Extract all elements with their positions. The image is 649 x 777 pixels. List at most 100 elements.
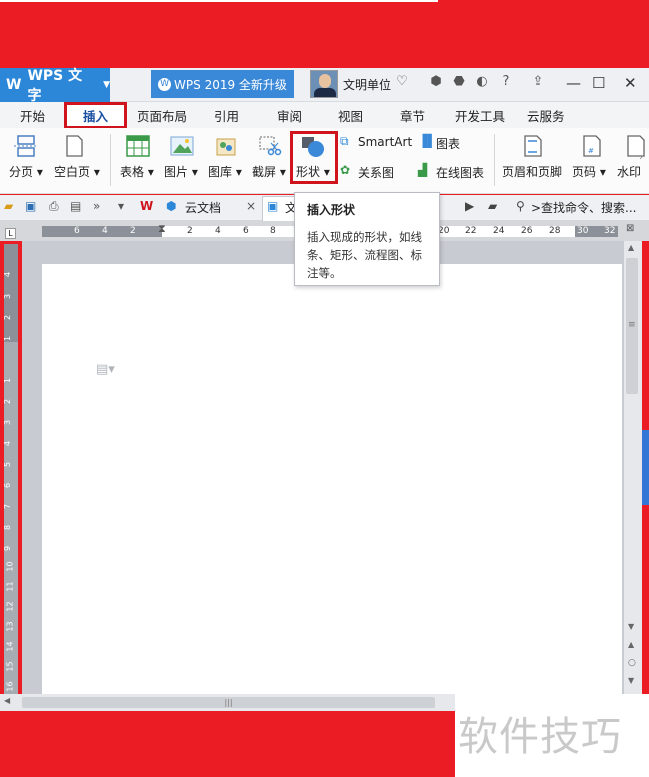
tab-page-layout[interactable]: 页面布局 <box>137 106 187 125</box>
ruler-tick: 9 <box>3 545 13 552</box>
chevron-down-icon[interactable]: ▾ <box>118 199 124 213</box>
hexagon-icon[interactable]: ⬣ <box>451 74 467 90</box>
chart-button[interactable]: 图表 <box>436 135 460 152</box>
page-number-button[interactable]: 页码 ▾ <box>572 163 606 180</box>
scissors-icon[interactable] <box>258 135 282 157</box>
watermark-button[interactable]: 水印 <box>617 163 641 180</box>
maximize-icon[interactable]: ☐ <box>592 74 605 92</box>
page-break-icon[interactable] <box>14 135 38 157</box>
ruler-tick: 32 <box>604 226 616 236</box>
print-icon[interactable]: ▤ <box>70 199 81 213</box>
table-icon[interactable] <box>126 135 150 157</box>
screenshot-label: 截屏 <box>252 165 277 179</box>
wps-icon[interactable]: W <box>140 199 153 213</box>
close-tab-icon[interactable]: × <box>246 199 256 213</box>
tab-review[interactable]: 审阅 <box>277 106 302 125</box>
page-break-button[interactable]: 分页 ▾ <box>9 163 43 180</box>
video-icon[interactable]: ▶ <box>465 199 474 213</box>
svg-text:#: # <box>588 147 594 155</box>
picture-button[interactable]: 图片 ▾ <box>164 163 198 180</box>
smartart-button[interactable]: SmartArt <box>358 135 412 149</box>
screenshot-button[interactable]: 截屏 ▾ <box>252 163 286 180</box>
tab-sections[interactable]: 章节 <box>400 106 425 125</box>
ruler-tick: 26 <box>521 226 533 236</box>
search-icon[interactable]: ⚲ <box>516 199 525 213</box>
online-chart-icon: ▟ <box>418 163 428 177</box>
ruler-tick: 4 <box>3 440 13 447</box>
scroll-up-icon[interactable]: ▲ <box>628 243 634 252</box>
tab-stop-selector[interactable]: L <box>5 228 16 239</box>
ruler-tick: 1 <box>3 377 13 384</box>
ruler-tick: 8 <box>3 524 13 531</box>
watermark-icon[interactable] <box>624 135 648 157</box>
bookmark-icon[interactable]: ▰ <box>488 199 497 213</box>
picture-label: 图片 <box>164 165 189 179</box>
ruler-tick: 7 <box>3 503 13 510</box>
select-browse-icon[interactable]: ○ <box>628 658 636 668</box>
header-footer-button[interactable]: 页眉和页脚 <box>502 163 562 180</box>
blank-page-icon[interactable] <box>62 135 86 157</box>
save-icon[interactable]: ▣ <box>25 199 36 213</box>
previous-page-icon[interactable]: ▲ <box>628 640 634 649</box>
tab-cloud-service[interactable]: 云服务 <box>527 106 565 125</box>
page-number-icon[interactable]: # <box>580 135 604 157</box>
gallery-button[interactable]: 图库 ▾ <box>208 163 242 180</box>
ribbon-scroll-right-icon[interactable]: › <box>639 152 643 163</box>
skin-icon[interactable]: ◐ <box>474 74 490 90</box>
app-title: WPS 文字 <box>27 68 83 104</box>
ruler-tick: 2 <box>3 314 13 321</box>
upgrade-button[interactable]: W WPS 2019 全新升级 <box>151 70 294 98</box>
ruler-tick: 6 <box>243 226 249 236</box>
indent-marker[interactable]: ⧗ <box>158 222 166 236</box>
cloud-doc-icon: ⬢ <box>166 199 177 213</box>
paragraph-handle-icon[interactable]: ▤▾ <box>96 362 115 377</box>
tooltip-body: 插入现成的形状，如线条、矩形、流程图、标注等。 <box>307 230 422 280</box>
ruler-tick: 13 <box>5 621 15 632</box>
picture-icon[interactable] <box>170 135 194 157</box>
share-icon[interactable]: ⇪ <box>530 74 546 90</box>
gallery-icon[interactable] <box>214 135 238 157</box>
header-footer-icon[interactable] <box>521 135 545 157</box>
cloud-doc-tab[interactable]: 云文档 <box>185 199 221 216</box>
blank-page-button[interactable]: 空白页 ▾ <box>54 163 100 180</box>
horizontal-scroll-thumb[interactable]: ||| <box>22 697 435 708</box>
ruler-tick: 1 <box>3 335 13 342</box>
ruler-tick: 24 <box>493 226 505 236</box>
chevron-down-icon: ▼ <box>103 80 110 90</box>
tab-insert[interactable]: 插入 <box>83 106 108 125</box>
online-chart-button[interactable]: 在线图表 <box>436 164 484 181</box>
scroll-down-icon[interactable]: ▼ <box>628 622 634 631</box>
wps-app-menu-button[interactable]: W WPS 文字 ▼ <box>0 68 110 104</box>
command-search-input[interactable]: >查找命令、搜索... <box>531 199 637 216</box>
open-folder-icon[interactable]: ▰ <box>4 199 13 213</box>
relation-button[interactable]: 关系图 <box>358 164 394 181</box>
tooltip-title: 插入形状 <box>307 203 356 217</box>
tab-developer[interactable]: 开发工具 <box>455 106 505 125</box>
user-name[interactable]: 文明单位 <box>343 76 391 93</box>
print-preview-icon[interactable]: ⎙ <box>49 199 59 214</box>
tab-home[interactable]: 开始 <box>20 106 45 125</box>
document-page[interactable] <box>42 264 622 694</box>
ruler-tick: 4 <box>215 226 221 236</box>
table-button[interactable]: 表格 ▾ <box>120 163 154 180</box>
relation-icon: ✿ <box>340 163 351 177</box>
help-icon[interactable]: ? <box>498 74 514 90</box>
side-panel-tab[interactable] <box>642 430 649 505</box>
scroll-left-icon[interactable]: ◀ <box>4 696 10 705</box>
ruler-tick: 28 <box>549 226 561 236</box>
more-icon[interactable]: » <box>93 199 100 213</box>
ruler-toggle-icon[interactable]: ⊠ <box>626 223 634 234</box>
tab-references[interactable]: 引用 <box>214 106 239 125</box>
chart-icon: ▐▌ <box>418 134 437 148</box>
minimize-icon[interactable]: — <box>566 74 581 92</box>
next-page-icon[interactable]: ▼ <box>628 676 634 685</box>
avatar[interactable] <box>310 70 338 98</box>
tab-view[interactable]: 视图 <box>338 106 363 125</box>
grip-icon: ≡ <box>628 320 636 330</box>
close-icon[interactable]: ✕ <box>624 74 637 92</box>
badge-icon[interactable]: ♡ <box>394 74 410 90</box>
ruler-tick: 6 <box>74 226 80 236</box>
wps-logo-icon: W <box>6 77 22 93</box>
shield-icon[interactable]: ⬢ <box>428 74 444 90</box>
table-label: 表格 <box>120 165 145 179</box>
